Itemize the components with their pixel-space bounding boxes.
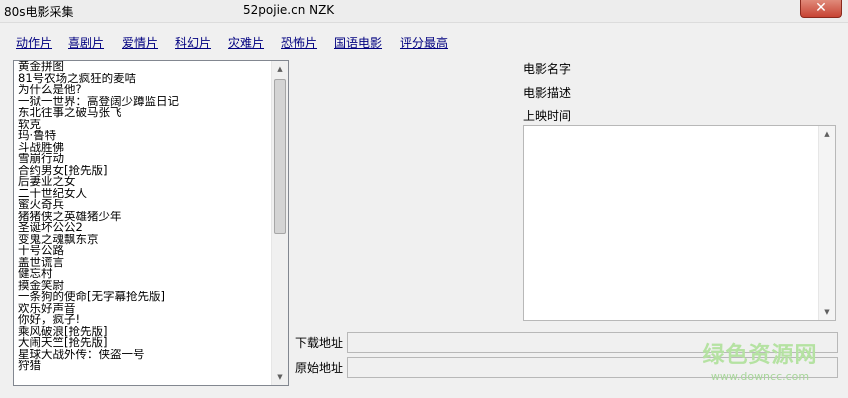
list-item[interactable]: 大闹天竺[抢先版]: [18, 337, 270, 349]
up-arrow-icon[interactable]: ▲: [272, 61, 288, 77]
list-item[interactable]: 星球大战外传：侠盗一号: [18, 349, 270, 361]
movie-name-label: 电影名字: [523, 62, 572, 76]
title-bar[interactable]: 80s电影采集 52pojie.cn NZK ✕: [0, 0, 848, 23]
list-item[interactable]: 你好，疯子!: [18, 314, 270, 326]
list-item[interactable]: 合约男女[抢先版]: [18, 165, 270, 177]
list-item[interactable]: 雪崩行动: [18, 153, 270, 165]
movie-desc-label: 电影描述: [523, 86, 572, 100]
nav-mandarin[interactable]: 国语电影: [334, 34, 382, 51]
list-item[interactable]: 一条狗的使命[无字幕抢先版]: [18, 291, 270, 303]
list-item[interactable]: 乘风破浪[抢先版]: [18, 326, 270, 338]
movie-list: 黄金拼图 81号农场之疯狂的麦咭 为什么是他? 一狱一世界：高登阔少蹲监日记 东北往事之…: [18, 61, 270, 372]
nav-action[interactable]: 动作片: [16, 34, 52, 51]
nav-romance[interactable]: 爱情片: [122, 34, 158, 51]
list-item[interactable]: 健忘村: [18, 268, 270, 280]
nav-comedy[interactable]: 喜剧片: [68, 34, 104, 51]
nav-horror[interactable]: 恐怖片: [281, 34, 317, 51]
close-icon: ✕: [815, 0, 827, 16]
description-textarea[interactable]: ▲ ▼: [523, 125, 836, 321]
list-item[interactable]: 盖世谎言: [18, 257, 270, 269]
list-item[interactable]: 变鬼之魂飘东京: [18, 234, 270, 246]
window-subtitle: 52pojie.cn NZK: [243, 3, 335, 17]
list-item[interactable]: 软克: [18, 119, 270, 131]
list-item[interactable]: 摸金笑尉: [18, 280, 270, 292]
movie-listbox[interactable]: 黄金拼图 81号农场之疯狂的麦咭 为什么是他? 一狱一世界：高登阔少蹲监日记 东北往事之…: [13, 60, 289, 386]
list-item[interactable]: 猪猪侠之英雄猪少年: [18, 211, 270, 223]
original-url-label: 原始地址: [295, 361, 344, 375]
list-item[interactable]: 东北往事之破马张飞: [18, 107, 270, 119]
download-url-label: 下载地址: [295, 336, 344, 350]
list-item[interactable]: 斗战胜佛: [18, 142, 270, 154]
nav-disaster[interactable]: 灾难片: [228, 34, 264, 51]
list-item[interactable]: 一狱一世界：高登阔少蹲监日记: [18, 96, 270, 108]
release-time-label: 上映时间: [523, 109, 572, 123]
window-title: 80s电影采集: [4, 5, 74, 19]
list-item[interactable]: 二十世纪女人: [18, 188, 270, 200]
watermark-main: 绿色资源网: [702, 343, 818, 368]
list-scrollbar[interactable]: ▲ ▼: [271, 61, 288, 385]
list-item[interactable]: 81号农场之疯狂的麦咭: [18, 73, 270, 85]
list-item[interactable]: 狩猎: [18, 360, 270, 372]
down-arrow-icon[interactable]: ▼: [272, 369, 288, 385]
watermark-url: www.downcc.com: [710, 370, 810, 383]
list-item[interactable]: 黄金拼图: [18, 61, 270, 73]
nav-top-rated[interactable]: 评分最高: [400, 34, 448, 51]
description-scrollbar[interactable]: ▲ ▼: [818, 126, 835, 320]
close-button[interactable]: ✕: [800, 0, 842, 18]
list-item[interactable]: 十号公路: [18, 245, 270, 257]
list-item[interactable]: 圣诞坏公公2: [18, 222, 270, 234]
list-item[interactable]: 后妻业之女: [18, 176, 270, 188]
scroll-thumb[interactable]: [274, 79, 286, 234]
watermark-logo: 绿色资源网 www.downcc.com: [680, 342, 840, 388]
list-item[interactable]: 欢乐好声音: [18, 303, 270, 315]
list-item[interactable]: 蜜火奇兵: [18, 199, 270, 211]
nav-scifi[interactable]: 科幻片: [175, 34, 211, 51]
down-arrow-icon[interactable]: ▼: [819, 304, 835, 320]
list-item[interactable]: 玛·鲁特: [18, 130, 270, 142]
list-item[interactable]: 为什么是他?: [18, 84, 270, 96]
up-arrow-icon[interactable]: ▲: [819, 126, 835, 142]
